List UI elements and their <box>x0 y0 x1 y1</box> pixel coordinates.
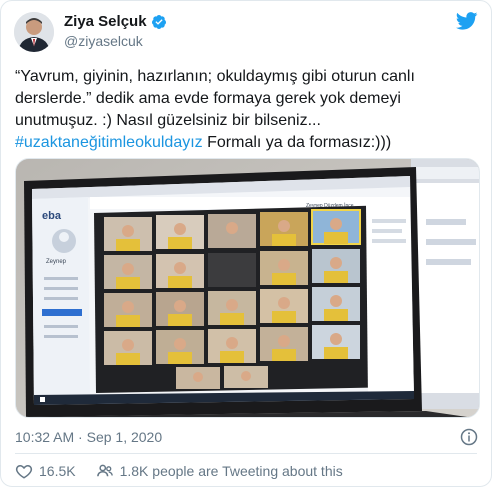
like-button[interactable]: 16.5K <box>15 462 76 480</box>
tweeting-about-text: 1.8K people are Tweeting about this <box>119 463 343 479</box>
like-count: 16.5K <box>39 463 76 479</box>
laptop-photo: eba Zeynep Zeynep Düzdem İnce <box>16 159 479 417</box>
tweet-date[interactable]: Sep 1, 2020 <box>87 429 163 445</box>
divider <box>15 453 477 454</box>
tweet-body-end: Formalı ya da formasız:))) <box>202 134 392 151</box>
tweet-photo[interactable]: eba Zeynep Zeynep Düzdem İnce <box>15 158 480 418</box>
hashtag-link[interactable]: #uzaktaneğitimleokuldayız <box>15 134 203 151</box>
eba-logo: eba <box>42 210 62 222</box>
conversation-button[interactable]: 1.8K people are Tweeting about this <box>96 462 343 480</box>
author-name-row[interactable]: Ziya Selçuk <box>64 13 167 30</box>
eba-user-label: Zeynep <box>46 259 67 265</box>
author-name[interactable]: Ziya Selçuk <box>64 13 147 30</box>
tweet-card: Ziya Selçuk @ziyaselcuk “Yavrum, giyinin… <box>0 0 492 487</box>
author-handle[interactable]: @ziyaselcuk <box>64 33 143 49</box>
tweet-text: “Yavrum, giyinin, hazırlanın; okuldaymış… <box>15 66 480 154</box>
timestamp[interactable]: 10:32 AM · Sep 1, 2020 <box>15 429 162 445</box>
verified-badge-icon <box>151 14 166 29</box>
avatar[interactable] <box>14 12 54 52</box>
tweet-actions: 16.5K 1.8K people are Tweeting about thi… <box>15 462 363 480</box>
heart-icon <box>15 464 33 479</box>
info-icon[interactable] <box>460 428 478 446</box>
tweet-body: “Yavrum, giyinin, hazırlanın; okuldaymış… <box>15 68 420 129</box>
timestamp-separator: · <box>74 429 87 445</box>
tweet-time[interactable]: 10:32 AM <box>15 429 74 445</box>
people-icon <box>96 464 113 477</box>
twitter-bird-icon[interactable] <box>456 12 478 30</box>
eba-active-nav <box>42 309 82 316</box>
